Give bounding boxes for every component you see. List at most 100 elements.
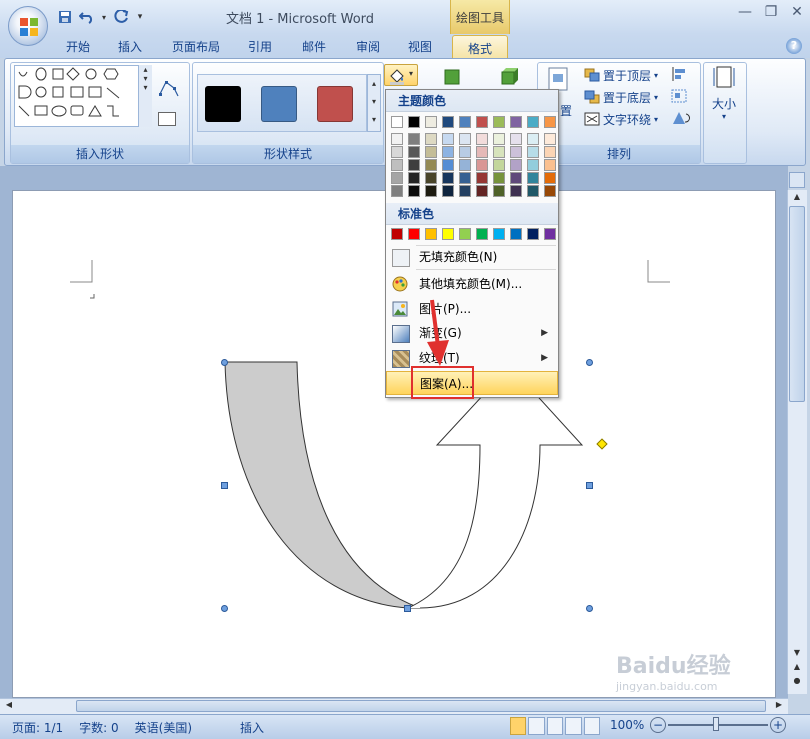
customize-qat-icon[interactable]: ▾ — [134, 8, 146, 26]
tab-mailings[interactable]: 邮件 — [302, 38, 326, 58]
theme-shade-swatch[interactable] — [425, 185, 437, 197]
status-words[interactable]: 字数: 0 — [79, 719, 119, 736]
theme-color-swatch[interactable] — [408, 116, 420, 128]
theme-shade-swatch[interactable] — [476, 172, 488, 184]
theme-color-swatch[interactable] — [391, 116, 403, 128]
zoom-in-icon[interactable]: + — [770, 717, 786, 733]
theme-shade-swatch[interactable] — [408, 133, 420, 145]
shape-styles-scroll[interactable]: ▴ ▾ ▾ — [367, 74, 381, 132]
standard-color-swatch[interactable] — [476, 228, 488, 240]
theme-shade-swatch[interactable] — [442, 146, 454, 158]
theme-color-swatch[interactable] — [493, 116, 505, 128]
horizontal-scroll-thumb[interactable] — [76, 700, 766, 712]
theme-color-swatch[interactable] — [527, 116, 539, 128]
theme-shade-swatch[interactable] — [544, 146, 556, 158]
shape-style-black[interactable] — [205, 86, 241, 122]
theme-shade-swatch[interactable] — [442, 172, 454, 184]
theme-shade-swatch[interactable] — [476, 185, 488, 197]
resize-handle[interactable] — [221, 482, 228, 489]
theme-color-swatch[interactable] — [442, 116, 454, 128]
standard-color-swatch[interactable] — [408, 228, 420, 240]
print-layout-icon[interactable] — [510, 717, 527, 735]
theme-shade-swatch[interactable] — [493, 146, 505, 158]
theme-shade-swatch[interactable] — [544, 159, 556, 171]
theme-shade-swatch[interactable] — [408, 146, 420, 158]
theme-shade-swatch[interactable] — [527, 185, 539, 197]
theme-shade-swatch[interactable] — [510, 146, 522, 158]
tab-page-layout[interactable]: 页面布局 — [172, 38, 220, 58]
resize-handle[interactable] — [221, 605, 228, 612]
theme-color-swatch[interactable] — [510, 116, 522, 128]
zoom-level[interactable]: 100% — [610, 718, 644, 732]
theme-shade-swatch[interactable] — [459, 133, 471, 145]
theme-color-swatch[interactable] — [425, 116, 437, 128]
theme-shade-swatch[interactable] — [510, 185, 522, 197]
undo-icon[interactable] — [78, 8, 96, 26]
theme-shade-swatch[interactable] — [510, 133, 522, 145]
restore-icon[interactable]: ❐ — [758, 0, 784, 24]
theme-shade-swatch[interactable] — [493, 133, 505, 145]
theme-shade-swatch[interactable] — [527, 172, 539, 184]
vertical-scroll-thumb[interactable] — [789, 206, 805, 402]
shape-style-red[interactable] — [317, 86, 353, 122]
theme-shade-swatch[interactable] — [408, 172, 420, 184]
standard-color-swatch[interactable] — [527, 228, 539, 240]
resize-handle[interactable] — [404, 605, 411, 612]
more-fill-colors-item[interactable]: 其他填充颜色(M)... — [386, 272, 558, 296]
help-icon[interactable]: ? — [786, 38, 802, 54]
tab-insert[interactable]: 插入 — [118, 38, 142, 58]
theme-shade-swatch[interactable] — [408, 159, 420, 171]
theme-shade-swatch[interactable] — [544, 185, 556, 197]
theme-shade-swatch[interactable] — [425, 159, 437, 171]
tab-format[interactable]: 格式 — [452, 35, 508, 59]
theme-shade-swatch[interactable] — [476, 133, 488, 145]
resize-handle[interactable] — [586, 482, 593, 489]
status-mode[interactable]: 插入 — [240, 719, 264, 736]
close-icon[interactable]: ✕ — [784, 0, 810, 24]
scroll-right-icon[interactable]: ▶ — [772, 700, 786, 712]
scroll-left-icon[interactable]: ◀ — [2, 700, 16, 712]
theme-shade-swatch[interactable] — [510, 172, 522, 184]
text-box-icon[interactable] — [158, 112, 176, 126]
standard-color-swatch[interactable] — [459, 228, 471, 240]
theme-shade-swatch[interactable] — [527, 159, 539, 171]
theme-color-swatch[interactable] — [544, 116, 556, 128]
theme-shade-swatch[interactable] — [459, 172, 471, 184]
no-fill-item[interactable]: 无填充颜色(N) — [386, 245, 558, 269]
resize-handle[interactable] — [586, 605, 593, 612]
standard-color-swatch[interactable] — [425, 228, 437, 240]
shapes-gallery[interactable] — [14, 65, 152, 127]
shape-fill-button[interactable]: ▾ — [384, 64, 418, 86]
size-button[interactable]: 大小 ▾ — [708, 64, 740, 121]
scroll-up-icon[interactable]: ▲ — [789, 192, 805, 204]
align-icon[interactable] — [670, 66, 696, 84]
theme-shade-swatch[interactable] — [391, 185, 403, 197]
standard-color-swatch[interactable] — [510, 228, 522, 240]
theme-shade-swatch[interactable] — [425, 146, 437, 158]
minimize-icon[interactable]: — — [732, 0, 758, 24]
theme-shade-swatch[interactable] — [391, 146, 403, 158]
standard-color-swatch[interactable] — [493, 228, 505, 240]
bring-to-front-button[interactable]: 置于顶层 ▾ — [584, 66, 672, 84]
status-page[interactable]: 页面: 1/1 — [12, 719, 63, 736]
theme-shade-swatch[interactable] — [425, 133, 437, 145]
theme-shade-swatch[interactable] — [408, 185, 420, 197]
send-to-back-button[interactable]: 置于底层 ▾ — [584, 88, 672, 106]
web-layout-icon[interactable] — [546, 717, 564, 735]
tab-references[interactable]: 引用 — [248, 38, 272, 58]
shape-style-blue[interactable] — [261, 86, 297, 122]
theme-shade-swatch[interactable] — [544, 133, 556, 145]
full-screen-reading-icon[interactable] — [528, 717, 545, 735]
theme-shade-swatch[interactable] — [391, 133, 403, 145]
tab-review[interactable]: 审阅 — [356, 38, 380, 58]
standard-color-swatch[interactable] — [442, 228, 454, 240]
standard-color-swatch[interactable] — [391, 228, 403, 240]
theme-shade-swatch[interactable] — [476, 159, 488, 171]
group-objects-icon[interactable] — [670, 88, 696, 106]
theme-shade-swatch[interactable] — [527, 133, 539, 145]
theme-shade-swatch[interactable] — [442, 133, 454, 145]
theme-shade-swatch[interactable] — [544, 172, 556, 184]
theme-shade-swatch[interactable] — [425, 172, 437, 184]
theme-shade-swatch[interactable] — [442, 185, 454, 197]
theme-color-swatch[interactable] — [476, 116, 488, 128]
